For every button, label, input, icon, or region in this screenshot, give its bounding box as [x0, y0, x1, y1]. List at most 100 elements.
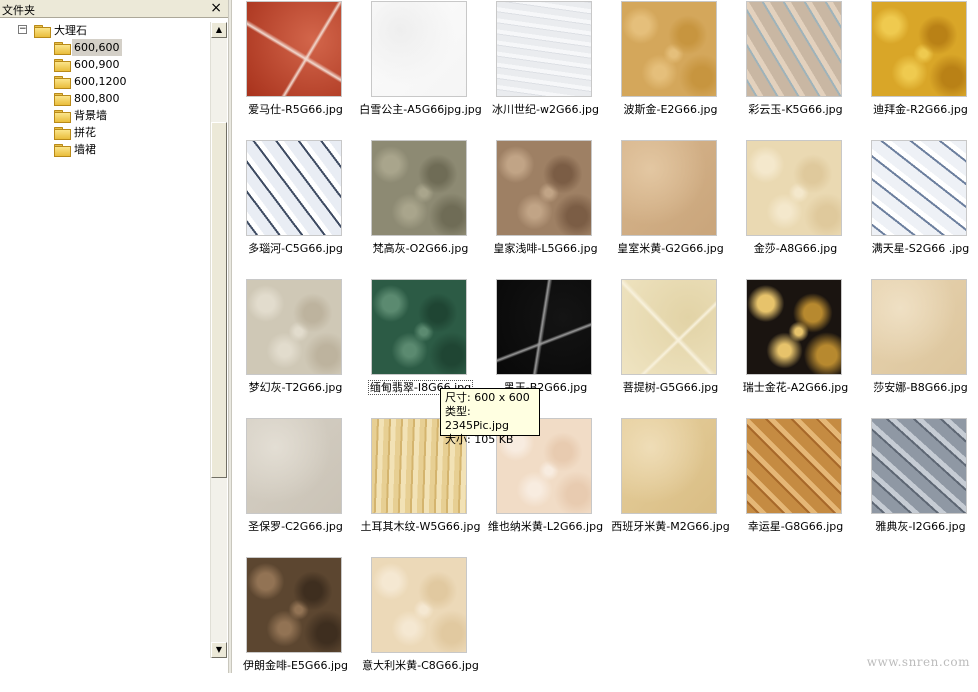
- folder-tree: − 大理石 600,600 600,900 600,1200 800,800 背景墙拼花墙裙: [0, 22, 208, 158]
- thumbnail-item[interactable]: 莎安娜-B8G66.jpg: [859, 279, 978, 414]
- tree-item[interactable]: 墙裙: [0, 141, 208, 158]
- thumbnail-caption[interactable]: 白雪公主-A5G66jpg.jpg: [353, 101, 488, 117]
- thumbnail-item[interactable]: 西班牙米黄-M2G66.jpg: [609, 418, 734, 553]
- file-name: 爱马仕-R5G66.jpg: [248, 103, 343, 116]
- thumbnail-item[interactable]: 爱马仕-R5G66.jpg: [234, 1, 359, 136]
- thumbnail-caption[interactable]: 冰川世纪-w2G66.jpg: [478, 101, 613, 117]
- thumbnail-item[interactable]: 梵高灰-O2G66.jpg: [359, 140, 484, 275]
- thumbnail-caption[interactable]: 伊朗金啡-E5G66.jpg: [228, 657, 363, 673]
- scroll-up-button[interactable]: ▲: [211, 22, 227, 38]
- tree-item[interactable]: 背景墙: [0, 107, 208, 124]
- thumbnail-image[interactable]: [871, 418, 967, 514]
- thumbnail-image[interactable]: [496, 140, 592, 236]
- thumbnail-item[interactable]: 伊朗金啡-E5G66.jpg: [234, 557, 359, 692]
- thumbnail-caption[interactable]: 波斯金-E2G66.jpg: [603, 101, 738, 117]
- collapse-icon[interactable]: −: [18, 25, 27, 34]
- folder-icon: [54, 59, 71, 72]
- thumbnail-caption[interactable]: 迪拜金-R2G66.jpg: [853, 101, 978, 117]
- thumbnail-item[interactable]: 皇家浅啡-L5G66.jpg: [484, 140, 609, 275]
- thumbnail-image[interactable]: [871, 1, 967, 97]
- thumbnail-item[interactable]: 幸运星-G8G66.jpg: [734, 418, 859, 553]
- tree-item[interactable]: 拼花: [0, 124, 208, 141]
- file-info-tooltip: 尺寸: 600 x 600 类型: 2345Pic.jpg 大小: 105 KB: [440, 388, 540, 446]
- thumbnail-item[interactable]: 意大利米黄-C8G66.jpg: [359, 557, 484, 692]
- thumbnail-caption[interactable]: 圣保罗-C2G66.jpg: [228, 518, 363, 534]
- thumbnail-image[interactable]: [496, 279, 592, 375]
- thumbnail-caption[interactable]: 菩提树-G5G66.jpg: [603, 379, 738, 395]
- thumbnail-caption[interactable]: 皇家浅啡-L5G66.jpg: [478, 240, 613, 256]
- thumbnail-image[interactable]: [871, 279, 967, 375]
- thumbnail-caption[interactable]: 意大利米黄-C8G66.jpg: [353, 657, 488, 673]
- thumbnail-caption[interactable]: 多瑙河-C5G66.jpg: [228, 240, 363, 256]
- thumbnail-item[interactable]: 迪拜金-R2G66.jpg: [859, 1, 978, 136]
- thumbnail-image[interactable]: [621, 418, 717, 514]
- folder-icon: [54, 42, 71, 55]
- tree-item-label: 600,1200: [74, 75, 127, 88]
- thumbnail-item[interactable]: 波斯金-E2G66.jpg: [609, 1, 734, 136]
- tree-item[interactable]: 600,1200: [0, 73, 208, 90]
- thumbnail-image[interactable]: [621, 1, 717, 97]
- thumbnail-image[interactable]: [371, 279, 467, 375]
- thumbnail-caption[interactable]: 彩云玉-K5G66.jpg: [728, 101, 863, 117]
- file-name: 土耳其木纹-W5G66.jpg: [360, 520, 481, 533]
- thumbnail-caption[interactable]: 皇室米黄-G2G66.jpg: [603, 240, 738, 256]
- thumbnail-item[interactable]: 雅典灰-I2G66.jpg: [859, 418, 978, 553]
- thumbnail-image[interactable]: [246, 140, 342, 236]
- thumbnail-caption[interactable]: 金莎-A8G66.jpg: [728, 240, 863, 256]
- thumbnail-item[interactable]: 皇室米黄-G2G66.jpg: [609, 140, 734, 275]
- thumbnail-image[interactable]: [371, 557, 467, 653]
- tree-item-label: 大理石: [54, 24, 87, 37]
- tree-item-root[interactable]: − 大理石: [0, 22, 208, 39]
- file-name: 伊朗金啡-E5G66.jpg: [243, 659, 348, 672]
- thumbnail-image[interactable]: [621, 279, 717, 375]
- thumbnail-item[interactable]: 圣保罗-C2G66.jpg: [234, 418, 359, 553]
- thumbnail-image[interactable]: [246, 1, 342, 97]
- thumbnail-item[interactable]: 白雪公主-A5G66jpg.jpg: [359, 1, 484, 136]
- folder-pane-title: 文件夹: [2, 4, 35, 17]
- scrollbar-thumb[interactable]: [211, 122, 227, 478]
- thumbnail-image[interactable]: [371, 140, 467, 236]
- thumbnail-image[interactable]: [746, 1, 842, 97]
- thumbnail-item[interactable]: 金莎-A8G66.jpg: [734, 140, 859, 275]
- thumbnail-image[interactable]: [746, 418, 842, 514]
- folder-icon: [54, 93, 71, 106]
- thumbnail-item[interactable]: 菩提树-G5G66.jpg: [609, 279, 734, 414]
- scroll-down-button[interactable]: ▼: [211, 642, 227, 658]
- tree-item[interactable]: 800,800: [0, 90, 208, 107]
- tooltip-filesize: 大小: 105 KB: [445, 433, 514, 446]
- thumbnail-caption[interactable]: 雅典灰-I2G66.jpg: [853, 518, 978, 534]
- thumbnail-item[interactable]: 多瑙河-C5G66.jpg: [234, 140, 359, 275]
- thumbnail-caption[interactable]: 爱马仕-R5G66.jpg: [228, 101, 363, 117]
- thumbnail-image[interactable]: [746, 140, 842, 236]
- thumbnail-image[interactable]: [871, 140, 967, 236]
- thumbnail-caption[interactable]: 梵高灰-O2G66.jpg: [353, 240, 488, 256]
- close-icon[interactable]: ×: [210, 0, 222, 16]
- thumbnail-image[interactable]: [746, 279, 842, 375]
- tree-item-label: 拼花: [74, 126, 96, 139]
- thumbnail-image[interactable]: [246, 418, 342, 514]
- tree-item[interactable]: 600,600: [0, 39, 208, 56]
- thumbnail-caption[interactable]: 土耳其木纹-W5G66.jpg: [353, 518, 488, 534]
- thumbnail-caption[interactable]: 瑞士金花-A2G66.jpg: [728, 379, 863, 395]
- thumbnail-caption[interactable]: 莎安娜-B8G66.jpg: [853, 379, 978, 395]
- thumbnail-image[interactable]: [621, 140, 717, 236]
- thumbnail-caption[interactable]: 满天星-S2G66 .jpg: [853, 240, 978, 256]
- thumbnail-image[interactable]: [246, 279, 342, 375]
- thumbnail-item[interactable]: 满天星-S2G66 .jpg: [859, 140, 978, 275]
- thumbnail-image[interactable]: [371, 1, 467, 97]
- thumbnail-image[interactable]: [246, 557, 342, 653]
- thumbnail-item[interactable]: 瑞士金花-A2G66.jpg: [734, 279, 859, 414]
- file-name: 迪拜金-R2G66.jpg: [873, 103, 968, 116]
- thumbnail-caption[interactable]: 西班牙米黄-M2G66.jpg: [603, 518, 738, 534]
- tree-item[interactable]: 600,900: [0, 56, 208, 73]
- thumbnail-caption[interactable]: 维也纳米黄-L2G66.jpg: [478, 518, 613, 534]
- thumbnail-image[interactable]: [496, 1, 592, 97]
- vertical-scrollbar[interactable]: ▲ ▼: [210, 22, 227, 658]
- folder-icon: [54, 144, 71, 157]
- thumbnail-item[interactable]: 梦幻灰-T2G66.jpg: [234, 279, 359, 414]
- thumbnail-item[interactable]: 冰川世纪-w2G66.jpg: [484, 1, 609, 136]
- thumbnail-caption[interactable]: 幸运星-G8G66.jpg: [728, 518, 863, 534]
- thumbnail-item[interactable]: 彩云玉-K5G66.jpg: [734, 1, 859, 136]
- thumbnail-caption[interactable]: 梦幻灰-T2G66.jpg: [228, 379, 363, 395]
- tooltip-size: 尺寸: 600 x 600: [445, 391, 530, 404]
